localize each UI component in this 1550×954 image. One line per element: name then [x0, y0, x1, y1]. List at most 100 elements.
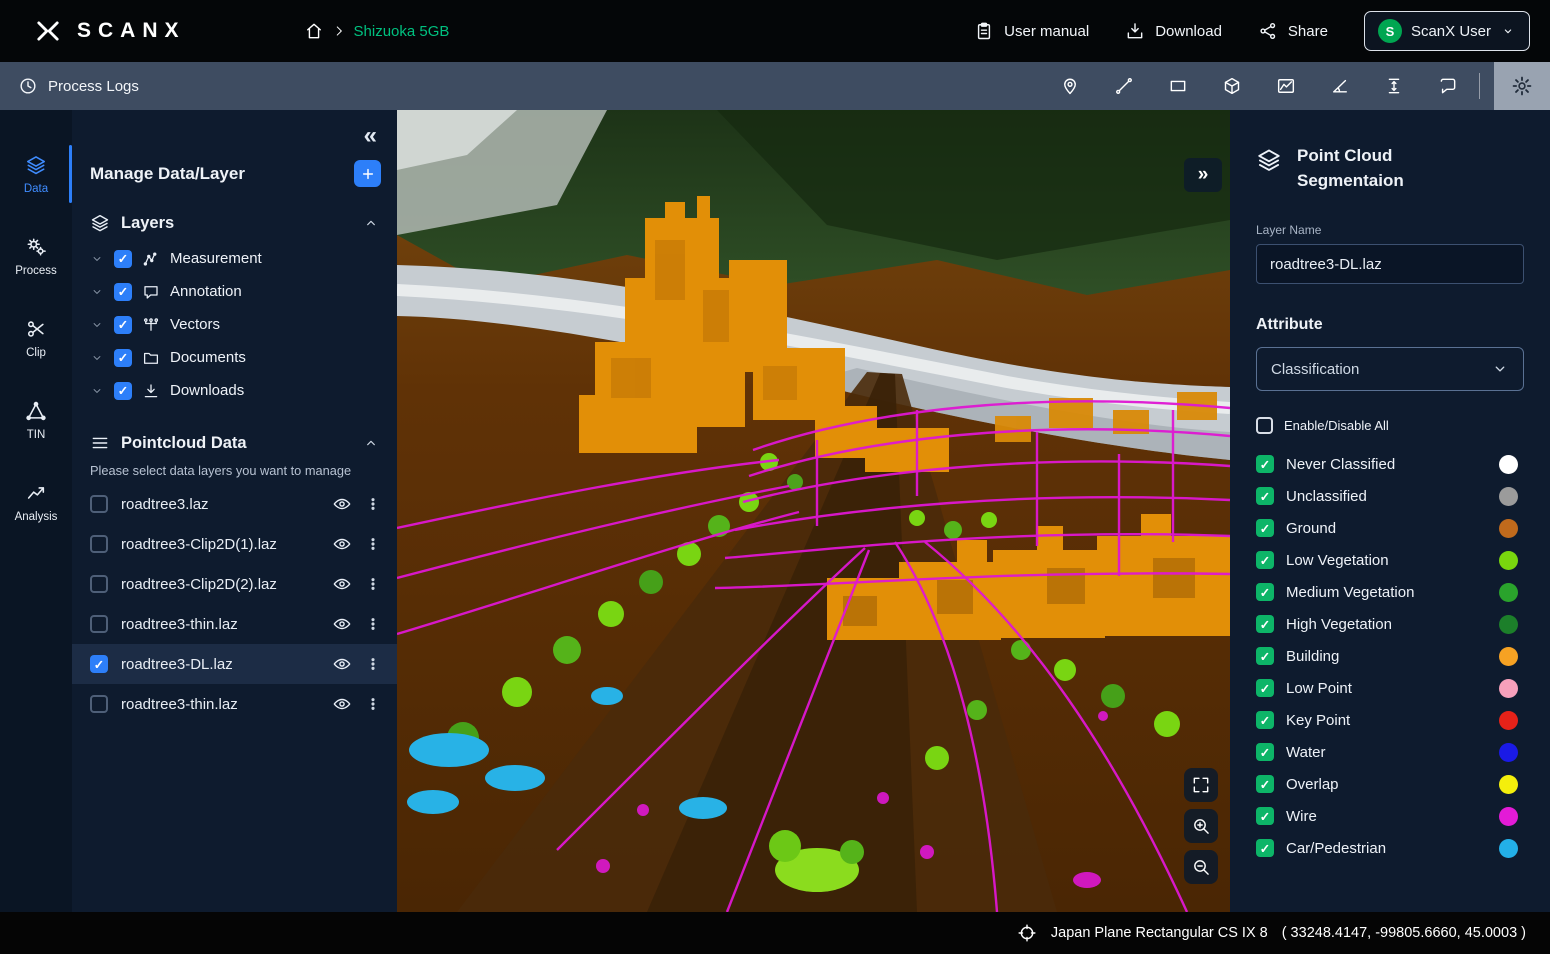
class-checkbox[interactable] — [1256, 583, 1274, 601]
coordinates-readout: ( 33248.4147, -99805.6660, 45.0003 ) — [1282, 925, 1526, 941]
layer-group-documents[interactable]: Documents — [72, 341, 397, 374]
layer-group-checkbox[interactable] — [114, 382, 132, 400]
class-color-dot — [1499, 679, 1518, 698]
class-checkbox[interactable] — [1256, 743, 1274, 761]
layer-group-checkbox[interactable] — [114, 349, 132, 367]
file-checkbox[interactable] — [90, 495, 108, 513]
class-checkbox[interactable] — [1256, 807, 1274, 825]
class-checkbox[interactable] — [1256, 455, 1274, 473]
user-manual-button[interactable]: User manual — [974, 21, 1089, 41]
layer-group-vectors[interactable]: Vectors — [72, 308, 397, 341]
class-color-dot — [1499, 647, 1518, 666]
eye-visibility-icon[interactable] — [332, 614, 352, 634]
settings-button[interactable] — [1494, 62, 1550, 110]
file-checkbox[interactable] — [90, 535, 108, 553]
collapse-panel-button[interactable]: « — [364, 124, 377, 148]
class-checkbox[interactable] — [1256, 615, 1274, 633]
file-name: roadtree3-DL.laz — [121, 656, 319, 673]
chevron-up-icon[interactable] — [363, 435, 379, 451]
class-checkbox[interactable] — [1256, 487, 1274, 505]
kebab-menu-icon[interactable] — [365, 536, 381, 552]
class-checkbox[interactable] — [1256, 519, 1274, 537]
class-checkbox[interactable] — [1256, 839, 1274, 857]
file-checkbox[interactable] — [90, 695, 108, 713]
file-row[interactable]: roadtree3.laz — [72, 484, 397, 524]
class-checkbox[interactable] — [1256, 775, 1274, 793]
chevron-up-icon[interactable] — [363, 215, 379, 231]
class-checkbox[interactable] — [1256, 551, 1274, 569]
class-checkbox[interactable] — [1256, 647, 1274, 665]
kebab-menu-icon[interactable] — [365, 656, 381, 672]
classification-row: Low Point — [1256, 672, 1524, 704]
file-checkbox[interactable] — [90, 575, 108, 593]
eye-visibility-icon[interactable] — [332, 574, 352, 594]
fit-view-button[interactable] — [1184, 768, 1218, 802]
add-layer-button[interactable] — [354, 160, 381, 187]
layers-section-header[interactable]: Layers — [72, 213, 397, 233]
zoom-out-button[interactable] — [1184, 850, 1218, 884]
share-button[interactable]: Share — [1258, 21, 1328, 41]
file-checkbox[interactable] — [90, 615, 108, 633]
nav-item-clip[interactable]: Clip — [0, 300, 72, 376]
profile-chart-tool[interactable] — [1259, 62, 1313, 110]
class-checkbox[interactable] — [1256, 679, 1274, 697]
file-row[interactable]: roadtree3-Clip2D(1).laz — [72, 524, 397, 564]
layer-group-annotation[interactable]: Annotation — [72, 275, 397, 308]
kebab-menu-icon[interactable] — [365, 696, 381, 712]
enable-all-checkbox[interactable] — [1256, 417, 1273, 434]
height-measure-tool[interactable] — [1367, 62, 1421, 110]
class-label: Medium Vegetation — [1286, 584, 1487, 601]
volume-tool[interactable] — [1205, 62, 1259, 110]
chevron-down-icon[interactable] — [90, 351, 104, 365]
layer-group-downloads[interactable]: Downloads — [72, 374, 397, 407]
chevron-down-icon[interactable] — [90, 285, 104, 299]
eye-visibility-icon[interactable] — [332, 694, 352, 714]
file-row[interactable]: roadtree3-thin.laz — [72, 684, 397, 724]
layer-group-checkbox[interactable] — [114, 283, 132, 301]
enable-disable-all-row[interactable]: Enable/Disable All — [1256, 417, 1524, 434]
nav-item-tin[interactable]: TIN — [0, 382, 72, 458]
chevron-down-icon[interactable] — [90, 384, 104, 398]
breadcrumb-project[interactable]: Shizuoka 5GB — [354, 23, 450, 40]
location-tool[interactable] — [1043, 62, 1097, 110]
home-icon[interactable] — [304, 21, 324, 41]
file-row[interactable]: roadtree3-DL.laz — [72, 644, 397, 684]
rectangle-select-tool[interactable] — [1151, 62, 1205, 110]
class-checkbox[interactable] — [1256, 711, 1274, 729]
layer-group-checkbox[interactable] — [114, 250, 132, 268]
class-label: Building — [1286, 648, 1487, 665]
file-name: roadtree3-thin.laz — [121, 616, 319, 633]
layer-name-input[interactable]: roadtree3-DL.laz — [1256, 244, 1524, 284]
chevron-down-icon[interactable] — [90, 318, 104, 332]
kebab-menu-icon[interactable] — [365, 616, 381, 632]
distance-measure-tool[interactable] — [1097, 62, 1151, 110]
eye-visibility-icon[interactable] — [332, 534, 352, 554]
eye-visibility-icon[interactable] — [332, 654, 352, 674]
download-button[interactable]: Download — [1125, 21, 1222, 41]
angle-measure-tool[interactable] — [1313, 62, 1367, 110]
file-row[interactable]: roadtree3-thin.laz — [72, 604, 397, 644]
nav-item-data[interactable]: Data — [0, 136, 72, 212]
process-logs-button[interactable]: Process Logs — [18, 76, 139, 96]
topbar: SCANX Shizuoka 5GB User manual Download … — [0, 0, 1550, 62]
user-menu-button[interactable]: S ScanX User — [1364, 11, 1530, 51]
expand-panel-button[interactable]: » — [1184, 158, 1222, 192]
zoom-in-button[interactable] — [1184, 809, 1218, 843]
kebab-menu-icon[interactable] — [365, 576, 381, 592]
brand-logo[interactable]: SCANX — [30, 18, 186, 44]
layer-group-checkbox[interactable] — [114, 316, 132, 334]
file-row[interactable]: roadtree3-Clip2D(2).laz — [72, 564, 397, 604]
classification-row: Ground — [1256, 512, 1524, 544]
kebab-menu-icon[interactable] — [365, 496, 381, 512]
layer-group-measurement[interactable]: Measurement — [72, 242, 397, 275]
pointcloud-section-header[interactable]: Pointcloud Data — [72, 433, 397, 453]
chevron-down-icon[interactable] — [90, 252, 104, 266]
attribute-select[interactable]: Classification — [1256, 347, 1524, 391]
nav-item-analysis[interactable]: Analysis — [0, 464, 72, 540]
nav-item-process[interactable]: Process — [0, 218, 72, 294]
comment-tool[interactable] — [1421, 62, 1475, 110]
eye-visibility-icon[interactable] — [332, 494, 352, 514]
classification-row: Key Point — [1256, 704, 1524, 736]
file-checkbox[interactable] — [90, 655, 108, 673]
viewport-3d[interactable]: » — [397, 110, 1230, 912]
